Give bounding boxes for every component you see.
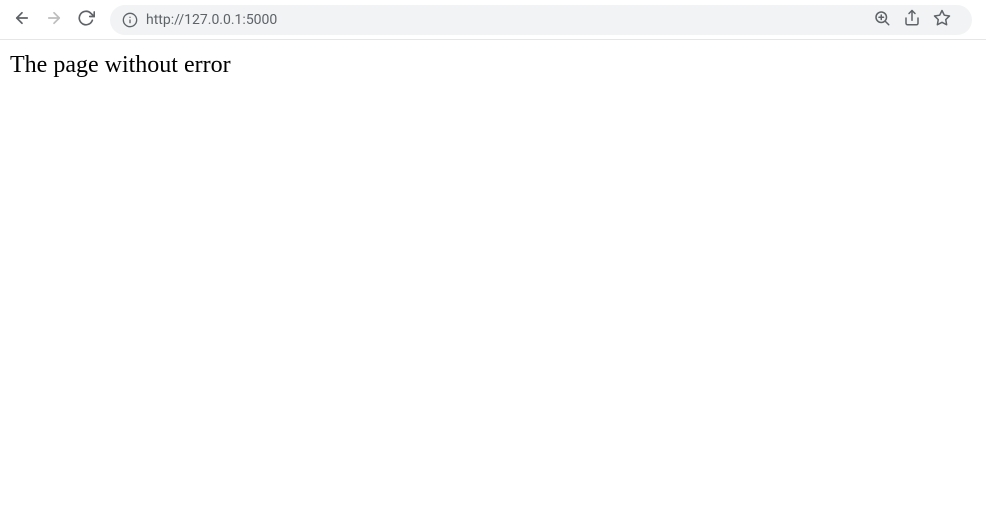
reload-button[interactable] — [72, 6, 100, 34]
arrow-right-icon — [45, 9, 63, 31]
reload-icon — [77, 9, 95, 31]
back-button[interactable] — [8, 6, 36, 34]
site-info-icon[interactable] — [122, 12, 138, 28]
address-bar[interactable] — [110, 5, 972, 35]
share-button[interactable] — [898, 6, 926, 34]
zoom-icon — [873, 9, 891, 31]
share-icon — [903, 9, 921, 31]
address-bar-actions — [868, 6, 960, 34]
zoom-button[interactable] — [868, 6, 896, 34]
browser-toolbar — [0, 0, 986, 40]
page-content: The page without error — [0, 40, 986, 91]
url-input[interactable] — [146, 12, 860, 28]
forward-button[interactable] — [40, 6, 68, 34]
arrow-left-icon — [13, 9, 31, 31]
star-icon — [933, 9, 951, 31]
page-heading: The page without error — [10, 52, 976, 79]
bookmark-button[interactable] — [928, 6, 956, 34]
